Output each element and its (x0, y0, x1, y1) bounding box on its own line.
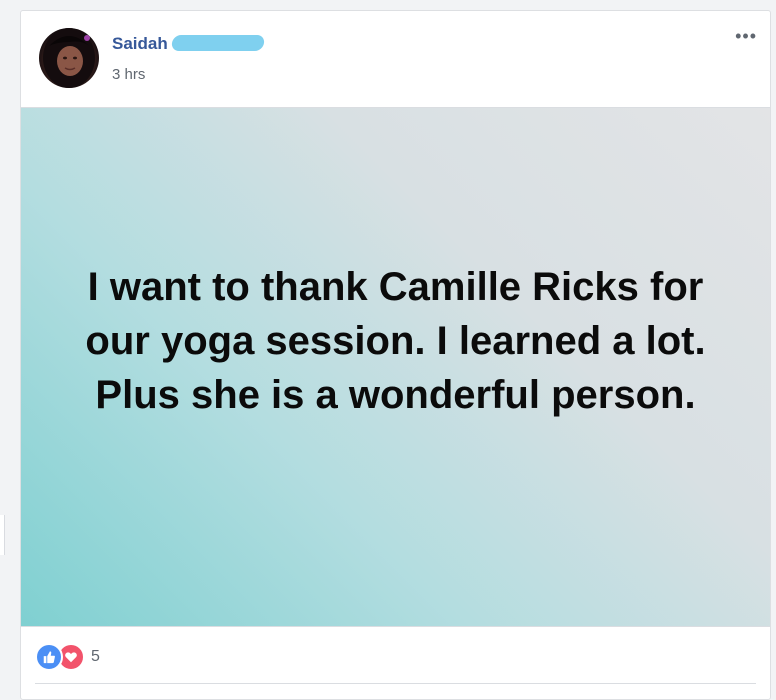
author-name-text[interactable]: Saidah (112, 34, 168, 53)
avatar-photo-icon (43, 28, 95, 88)
reactions-summary[interactable]: 5 (35, 643, 100, 671)
like-icon (35, 643, 63, 671)
action-divider (35, 683, 756, 684)
post-card: Saidah 3 hrs ••• I want to thank Camille… (20, 10, 771, 700)
post-header: Saidah 3 hrs ••• (21, 11, 770, 107)
status-background: I want to thank Camille Ricks for our yo… (21, 107, 770, 627)
side-panel-edge (0, 515, 5, 555)
avatar[interactable] (39, 28, 99, 88)
redaction-mark (170, 35, 265, 51)
status-text: I want to thank Camille Ricks for our yo… (85, 265, 706, 417)
post-timestamp[interactable]: 3 hrs (112, 66, 145, 83)
more-options-icon[interactable]: ••• (735, 27, 757, 45)
reaction-count[interactable]: 5 (91, 648, 100, 666)
author-name[interactable]: Saidah (112, 34, 265, 54)
